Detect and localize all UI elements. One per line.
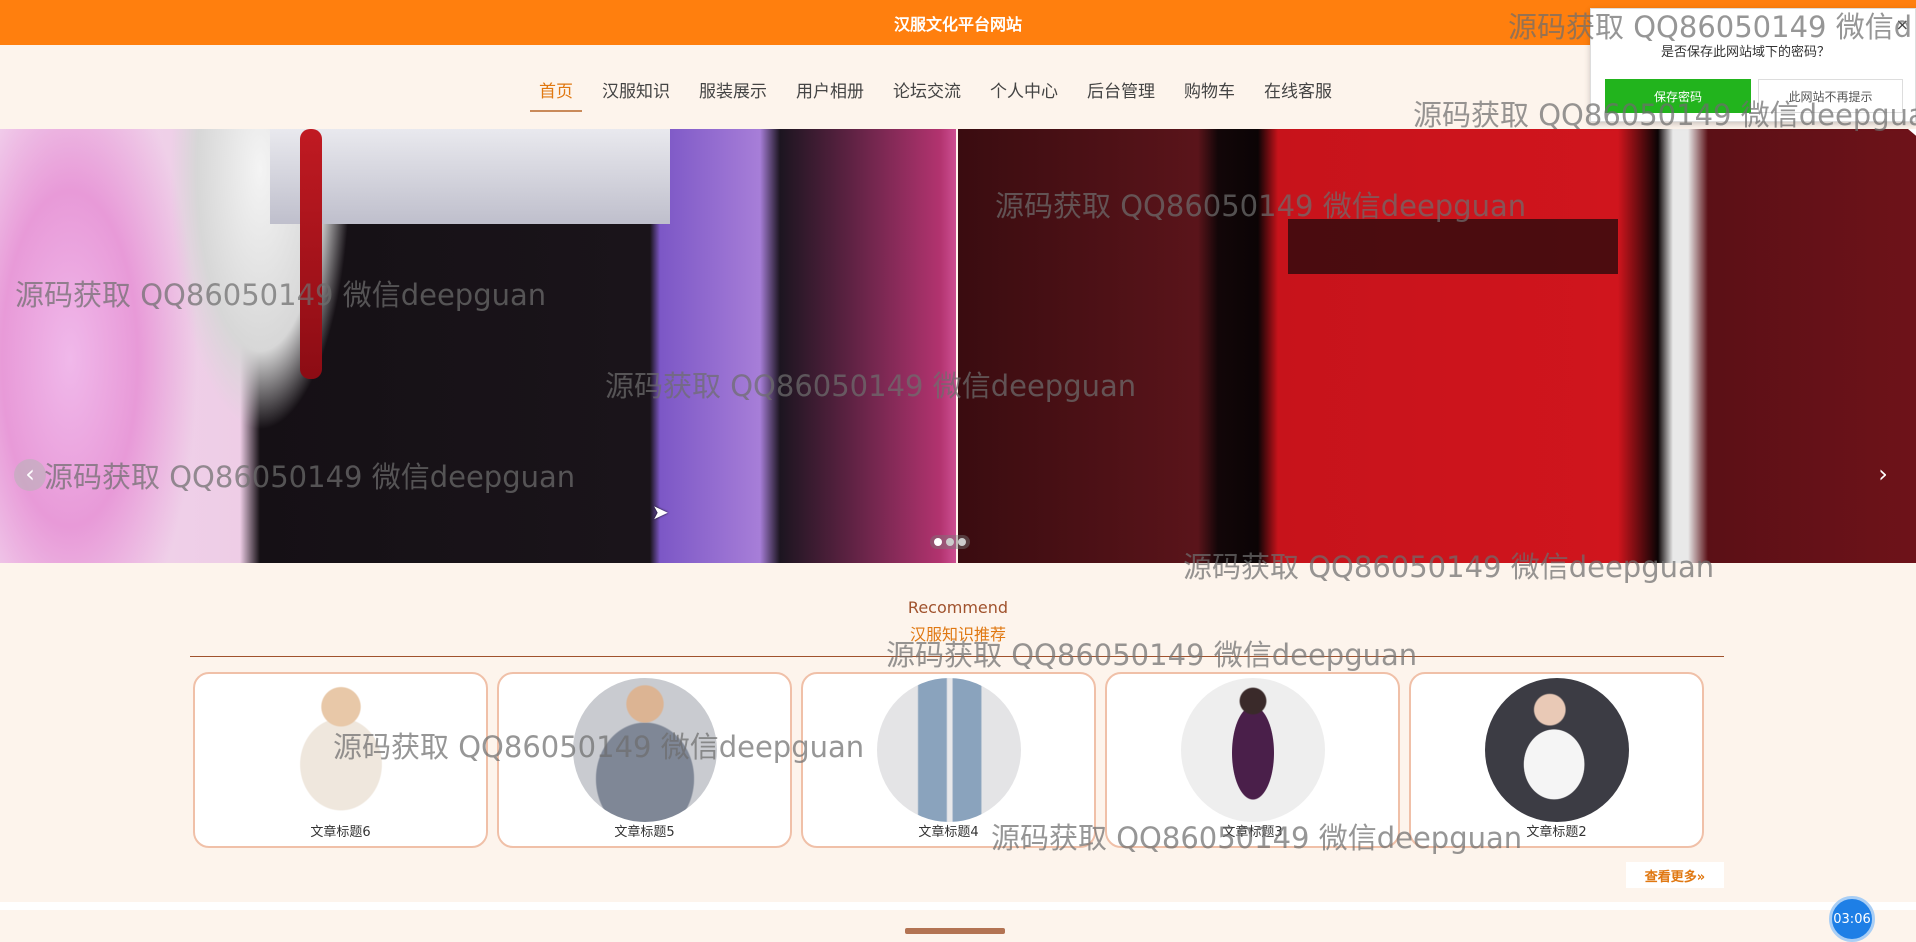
cord-detail	[300, 129, 322, 379]
stripe-detail	[1832, 129, 1916, 143]
save-password-dialog: × 是否保存此网站域下的密码？ 保存密码 此网站不再提示	[1590, 8, 1916, 122]
article-card[interactable]: 文章标题5	[497, 672, 792, 848]
site-title: 汉服文化平台网站	[893, 14, 1022, 34]
nav-item-user-album[interactable]: 用户相册	[787, 73, 873, 112]
card-title: 文章标题5	[614, 825, 675, 840]
recommend-title-cn: 汉服知识推荐	[909, 625, 1006, 644]
carousel-next-icon[interactable]: ›	[1867, 459, 1899, 491]
carousel-dot-3[interactable]	[958, 538, 966, 546]
card-title: 文章标题2	[1526, 825, 1587, 840]
close-icon[interactable]: ×	[1896, 15, 1909, 34]
card-image-jeans	[876, 678, 1021, 822]
nav-item-admin[interactable]: 后台管理	[1078, 73, 1164, 112]
recommend-cards: 文章标题6 文章标题5 文章标题4 文章标题3 文章标题2	[193, 672, 1704, 848]
band-detail	[1288, 219, 1618, 274]
banner-carousel: ‹ ›	[0, 129, 1916, 563]
card-image-man-white-jacket	[268, 678, 413, 822]
section-separator	[0, 902, 1916, 910]
carousel-prev-icon[interactable]: ‹	[14, 459, 46, 491]
card-title: 文章标题3	[1222, 825, 1283, 840]
timer-badge[interactable]: 03:06	[1829, 896, 1875, 942]
card-image-man-grey-blazer	[572, 678, 717, 822]
carousel-dot-1[interactable]	[934, 538, 942, 546]
nav-item-clothing-showcase[interactable]: 服装展示	[690, 73, 776, 112]
card-image-woman-white-tshirt	[1484, 678, 1629, 822]
article-card[interactable]: 文章标题2	[1409, 672, 1704, 848]
never-for-site-button[interactable]: 此网站不再提示	[1758, 79, 1903, 113]
carousel-dots	[930, 535, 970, 549]
sash-detail	[270, 129, 670, 224]
carousel-dot-2[interactable]	[946, 538, 954, 546]
nav-item-cart[interactable]: 购物车	[1175, 73, 1244, 112]
article-card[interactable]: 文章标题3	[1105, 672, 1400, 848]
nav-item-online-service[interactable]: 在线客服	[1255, 73, 1341, 112]
nav-item-home[interactable]: 首页	[530, 73, 582, 112]
card-title: 文章标题6	[310, 825, 371, 840]
view-more-button[interactable]: 查看更多»	[1626, 862, 1724, 888]
nav-item-forum[interactable]: 论坛交流	[884, 73, 970, 112]
recommend-section-title: Recommend 汉服知识推荐	[0, 598, 1916, 645]
article-card[interactable]: 文章标题4	[801, 672, 1096, 848]
article-card[interactable]: 文章标题6	[193, 672, 488, 848]
carousel-slide-red-robe-image	[958, 129, 1916, 563]
save-password-question: 是否保存此网站域下的密码？	[1661, 45, 1831, 60]
card-image-woman-purple-dress	[1180, 678, 1325, 822]
main-nav: 首页 汉服知识 服装展示 用户相册 论坛交流 个人中心 后台管理 购物车 在线客…	[530, 73, 1352, 112]
carousel-slide-kimono-image	[0, 129, 956, 563]
next-section-title-partial	[905, 928, 1005, 934]
nav-item-personal-center[interactable]: 个人中心	[981, 73, 1067, 112]
card-title: 文章标题4	[918, 825, 979, 840]
recommend-title-en: Recommend	[907, 598, 1009, 617]
section-divider	[190, 656, 1724, 657]
nav-item-hanfu-knowledge[interactable]: 汉服知识	[593, 73, 679, 112]
save-password-button[interactable]: 保存密码	[1605, 79, 1751, 113]
mouse-cursor-icon: ➤	[652, 500, 669, 524]
